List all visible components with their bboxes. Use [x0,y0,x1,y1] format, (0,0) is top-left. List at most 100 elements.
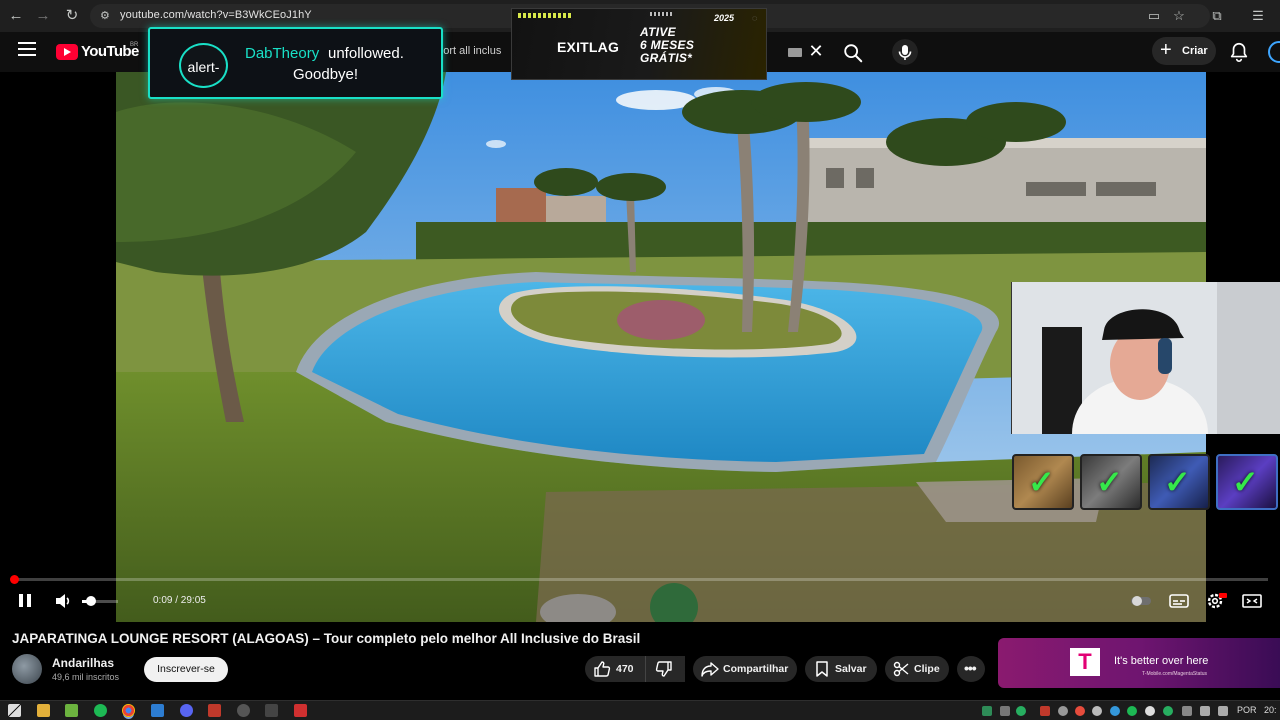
progress-scrubber[interactable] [10,575,19,584]
alert-username: DabTheory [245,45,320,62]
tray-icon[interactable] [1040,706,1050,716]
extensions-icon[interactable]: ⧉ [1207,6,1227,26]
clear-search-icon[interactable]: ✕ [806,40,826,62]
notifications-bell-icon[interactable] [1228,41,1250,63]
check-icon: ✓ [1096,464,1123,500]
address-url: youtube.com/watch?v=B3WkCEoJ1hY [120,9,312,21]
account-avatar[interactable] [1268,41,1280,63]
network-icon[interactable] [1182,706,1192,716]
bookmark-star-icon[interactable]: ☆ [1169,6,1189,26]
app-icon[interactable] [265,704,278,717]
create-button[interactable]: + Criar [1152,37,1216,65]
tray-icon[interactable] [1127,706,1137,716]
obs-icon[interactable] [237,704,250,717]
thumbs-up-icon [594,661,611,677]
tray-chevron-icon[interactable] [1000,706,1010,716]
exitlag-ad-banner[interactable]: EXITLAG ATIVE 6 MESES GRÁTIS* 2025 ◌ [511,8,767,80]
share-button[interactable]: Compartilhar [693,656,797,682]
tmobile-ad[interactable]: T It's better over here T-Mobile.com/Mag… [998,638,1280,688]
speaker-icon[interactable] [1200,706,1210,716]
microphone-icon[interactable] [892,39,918,65]
share-label: Compartilhar [723,663,789,675]
ad-stripe [518,13,572,18]
ad-headline: ATIVE 6 MESES GRÁTIS* [640,26,730,65]
subscribe-button[interactable]: Inscrever-se [144,657,228,682]
channel-name[interactable]: Andarilhas [52,656,114,670]
video-player[interactable]: ✓ ✓ ✓ ✓ [0,72,1280,622]
discord-icon[interactable] [180,704,193,717]
tmobile-logo: T [1070,648,1100,676]
reward-badge-3: ✓ [1148,454,1210,510]
ad-brand: EXITLAG [557,39,620,55]
like-count: 470 [616,663,634,675]
tray-icon[interactable] [1016,706,1026,716]
clip-button[interactable]: Clipe [885,656,949,682]
streamer-webcam [1011,282,1280,434]
app-icon[interactable] [294,704,307,717]
chrome-icon[interactable] [122,704,135,717]
dislike-button[interactable] [645,656,685,682]
reading-list-icon[interactable]: ☰ [1248,6,1268,26]
android-app-icon[interactable] [65,704,78,717]
progress-bar[interactable] [12,578,1268,581]
check-icon: ✓ [1232,464,1259,500]
back-icon[interactable]: ← [6,6,26,26]
start-windows-icon[interactable] [8,704,21,717]
cast-icon[interactable]: ▭ [1144,6,1164,26]
tray-icon[interactable] [982,706,992,716]
reward-badge-2: ✓ [1080,454,1142,510]
forward-icon[interactable]: → [33,6,53,26]
save-button[interactable]: Salvar [805,656,877,682]
tray-icon[interactable] [1058,706,1068,716]
channel-avatar[interactable] [12,654,42,684]
search-icon[interactable] [842,42,864,64]
ad-year: 2025 [714,13,735,23]
scissors-icon [893,661,909,677]
more-actions-button[interactable]: ••• [957,656,985,682]
subtitles-icon[interactable] [1168,592,1190,610]
create-label: Criar [1182,45,1208,57]
pause-button[interactable] [16,592,34,610]
save-label: Salvar [835,663,867,675]
volume-knob[interactable] [86,596,96,606]
app-icon[interactable] [208,704,221,717]
alert-logo: alert- [179,43,228,88]
autoplay-toggle-icon[interactable] [1130,592,1152,610]
clock[interactable]: 20: [1264,705,1277,715]
tray-icon[interactable] [1145,706,1155,716]
tmobile-ad-url: T-Mobile.com/MagentaStatus [1142,671,1208,677]
site-settings-icon[interactable]: ⚙ [100,8,114,22]
volume-icon[interactable] [54,592,72,610]
reward-badge-4: ✓ [1216,454,1278,510]
windows-taskbar: POR 20: [0,700,1280,720]
country-code: BR [130,42,139,48]
file-explorer-icon[interactable] [37,704,50,717]
settings-gear-icon[interactable] [1205,592,1227,610]
keyboard-icon[interactable] [788,48,802,57]
webcam-image [1012,282,1280,434]
alert-message: Goodbye! [293,66,359,83]
thumbs-down-icon [655,661,672,677]
reload-icon[interactable]: ↻ [62,6,82,26]
tray-icon[interactable] [1163,706,1173,716]
tray-icon[interactable] [1092,706,1102,716]
tray-icon[interactable] [1110,706,1120,716]
check-icon: ✓ [1164,464,1191,500]
alert-logo-text: alert- [187,59,220,75]
subscriber-count: 49,6 mil inscritos [52,672,120,682]
ad-close-icon[interactable]: ◌ [752,13,757,23]
more-icon: ••• [964,660,977,676]
theater-mode-icon[interactable] [1241,592,1263,610]
hamburger-menu-icon[interactable] [18,42,36,56]
ad-stripe [650,12,672,16]
spotify-icon[interactable] [94,704,107,717]
app-icon[interactable] [151,704,164,717]
time-display: 0:09 / 29:05 [153,595,206,606]
bookmark-icon [816,661,828,677]
tray-icon[interactable] [1075,706,1085,716]
check-icon: ✓ [1028,464,1055,500]
stream-alert: alert- DabTheory unfollowed. Goodbye! [148,27,443,99]
battery-icon[interactable] [1218,706,1228,716]
tmobile-ad-text: It's better over here [1114,655,1209,667]
input-language[interactable]: POR [1237,705,1257,715]
